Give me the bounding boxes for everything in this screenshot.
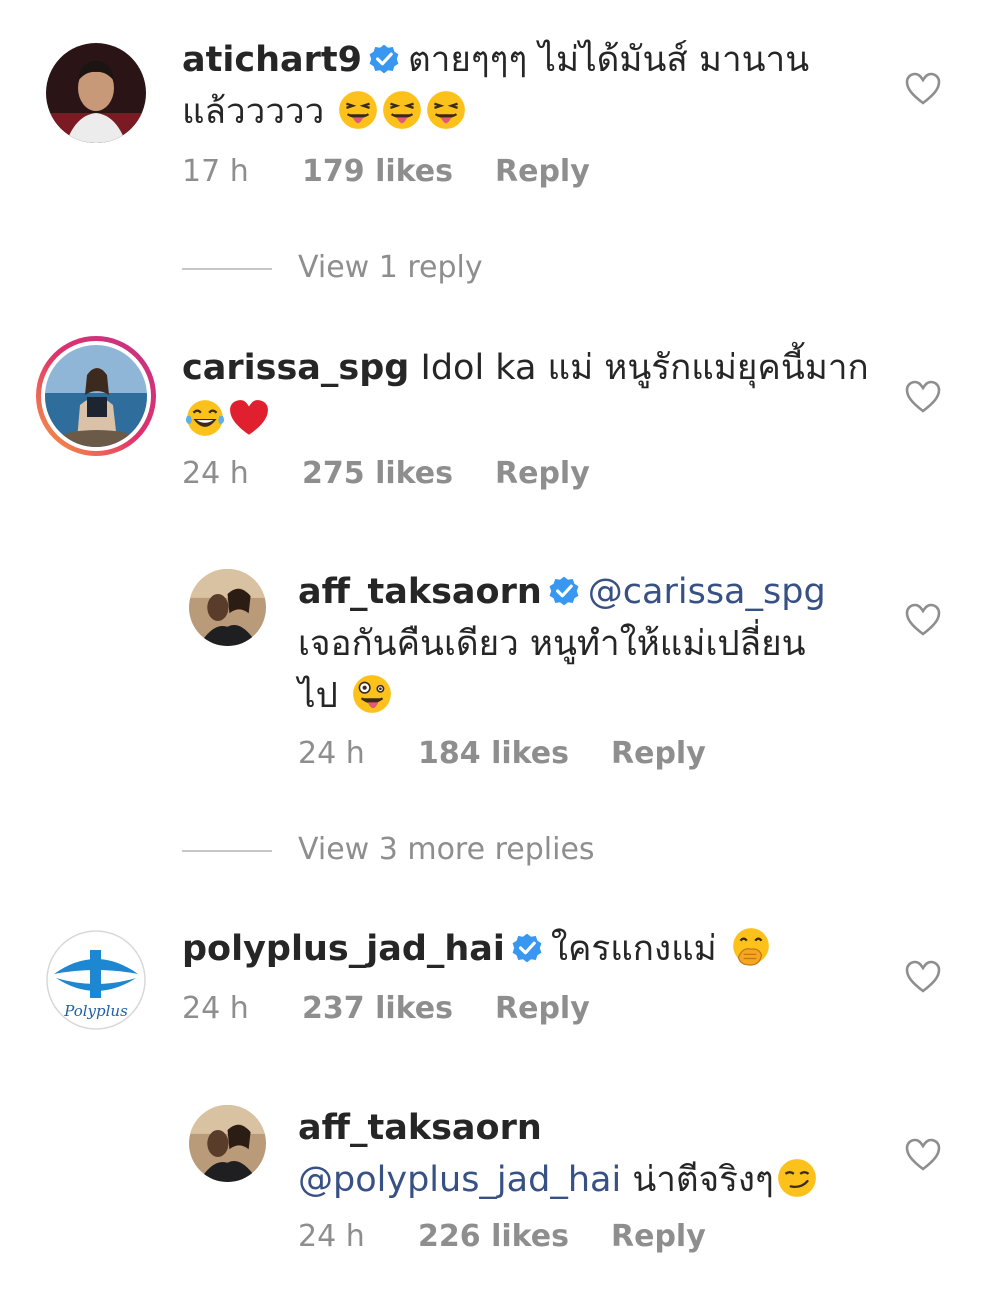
avatar[interactable] xyxy=(189,569,266,646)
comment-text: ตายๆๆๆ ไม่ได้มันส์ มานาน xyxy=(407,40,810,80)
likes-count[interactable]: 179 likes xyxy=(302,154,495,189)
likes-count[interactable]: 275 likes xyxy=(302,456,495,491)
comment-text-line2: แล้ววววว xyxy=(182,92,325,132)
avatar[interactable] xyxy=(189,1105,266,1182)
red-heart-emoji-icon xyxy=(230,400,268,435)
username[interactable]: aff_taksaorn xyxy=(298,1108,542,1148)
timestamp: 24 h xyxy=(182,991,249,1026)
view-replies-button[interactable]: View 1 reply xyxy=(182,250,483,285)
comment-text: เจอกันคืนเดียว หนูทำให้แม่เปลี่ยน xyxy=(298,624,806,664)
avatar[interactable]: Polyplus xyxy=(46,930,146,1030)
story-ring-avatar[interactable] xyxy=(35,335,157,457)
comment-body: aff_taksaorn @polyplus_jad_hai น่าตีจริง… xyxy=(298,1102,878,1206)
zany-face-emoji-icon xyxy=(353,675,391,713)
comment-text: Idol ka แม่ หนูรักแม่ยุคนี้มาก xyxy=(420,348,869,388)
timestamp: 24 h xyxy=(298,1219,365,1254)
comment-meta: 17 h 179 likes Reply xyxy=(182,154,590,189)
likes-count[interactable]: 184 likes xyxy=(418,736,611,771)
comment-text: น่าตีจริงๆ xyxy=(632,1160,774,1200)
username[interactable]: carissa_spg xyxy=(182,348,409,388)
verified-badge-icon xyxy=(549,576,579,606)
heart-icon[interactable] xyxy=(905,72,941,106)
mention-link[interactable]: @polyplus_jad_hai xyxy=(298,1160,621,1200)
comment-body: atichart9 ตายๆๆๆ ไม่ได้มันส์ มานาน แล้ววว… xyxy=(182,34,882,138)
tongue-wink-emoji-icon xyxy=(427,91,466,129)
timestamp: 17 h xyxy=(182,154,249,189)
view-replies-label: View 3 more replies xyxy=(298,832,595,867)
verified-badge-icon xyxy=(369,44,399,74)
reply-button[interactable]: Reply xyxy=(495,154,590,189)
reply-button[interactable]: Reply xyxy=(611,736,706,771)
heart-icon[interactable] xyxy=(905,603,941,637)
likes-count[interactable]: 237 likes xyxy=(302,991,495,1026)
username[interactable]: aff_taksaorn xyxy=(298,572,542,612)
view-replies-label: View 1 reply xyxy=(298,250,483,285)
divider-line xyxy=(182,267,272,270)
reply-button[interactable]: Reply xyxy=(495,456,590,491)
comment-body: polyplus_jad_hai ใครแกงแม่ xyxy=(182,923,882,975)
heart-icon[interactable] xyxy=(905,1138,941,1172)
comment-text: ใครแกงแม่ xyxy=(550,929,717,969)
heart-icon[interactable] xyxy=(905,960,941,994)
comment-meta: 24 h 184 likes Reply xyxy=(298,736,706,771)
comment-body: aff_taksaorn @carissa_spg เจอกันคืนเดียว … xyxy=(298,566,878,722)
hand-over-mouth-emoji-icon xyxy=(732,928,769,966)
avatar-logo-text: Polyplus xyxy=(63,1002,128,1020)
likes-count[interactable]: 226 likes xyxy=(418,1219,611,1254)
verified-badge-icon xyxy=(512,933,542,963)
tears-of-joy-emoji-icon xyxy=(185,400,225,436)
reply-button[interactable]: Reply xyxy=(611,1219,706,1254)
username[interactable]: atichart9 xyxy=(182,40,362,80)
username[interactable]: polyplus_jad_hai xyxy=(182,929,505,969)
mention-link[interactable]: @carissa_spg xyxy=(588,572,826,612)
timestamp: 24 h xyxy=(298,736,365,771)
comment-text-line2: ไป xyxy=(298,676,338,716)
timestamp: 24 h xyxy=(182,456,249,491)
comment-meta: 24 h 275 likes Reply xyxy=(182,456,590,491)
comment-meta: 24 h 237 likes Reply xyxy=(182,991,590,1026)
heart-icon[interactable] xyxy=(905,380,941,414)
view-more-replies-button[interactable]: View 3 more replies xyxy=(182,832,595,867)
tongue-wink-emoji-icon xyxy=(383,91,422,129)
comment-meta: 24 h 226 likes Reply xyxy=(298,1219,706,1254)
divider-line xyxy=(182,849,272,852)
tongue-wink-emoji-icon xyxy=(339,91,378,129)
comment-body: carissa_spg Idol ka แม่ หนูรักแม่ยุคนี้ม… xyxy=(182,342,882,446)
smirk-emoji-icon xyxy=(777,1159,816,1197)
avatar[interactable] xyxy=(46,43,146,143)
reply-button[interactable]: Reply xyxy=(495,991,590,1026)
